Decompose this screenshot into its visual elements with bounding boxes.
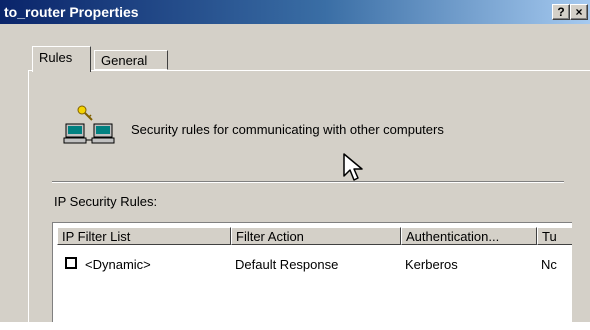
help-button[interactable]: ? — [552, 4, 570, 20]
title-bar[interactable]: to_router Properties ? × — [0, 0, 590, 24]
rules-tab-panel — [28, 70, 590, 330]
tab-general[interactable]: General — [94, 50, 168, 70]
properties-dialog: to_router Properties ? × Rules General S… — [0, 0, 590, 330]
window-title: to_router Properties — [4, 4, 139, 20]
tab-rules[interactable]: Rules — [32, 46, 91, 72]
close-button[interactable]: × — [570, 4, 588, 20]
